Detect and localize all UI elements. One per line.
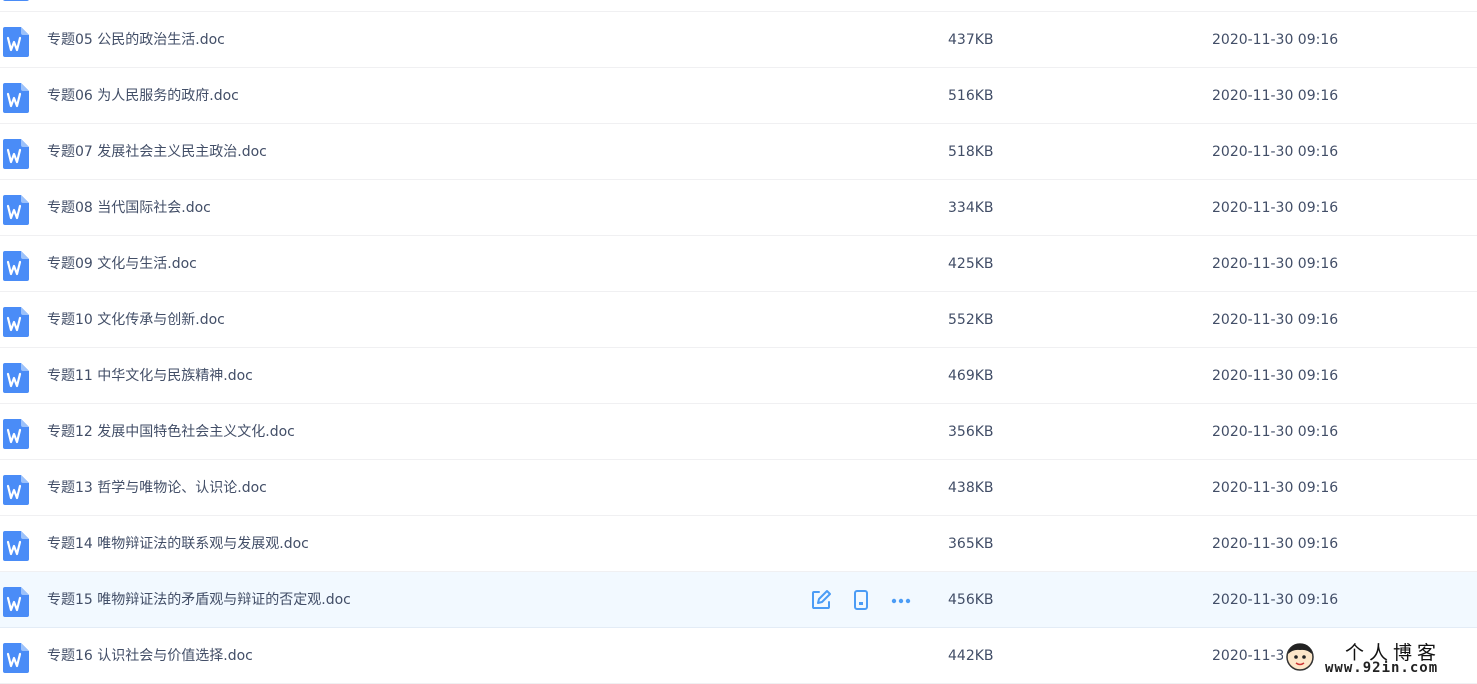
file-row[interactable]: 专题16 认识社会与价值选择.doc 442KB 2020-11-3 [0,628,1477,684]
file-size: 552KB [948,312,994,328]
file-name[interactable]: 专题16 认识社会与价值选择.doc [47,628,253,684]
file-name[interactable]: 专题10 文化传承与创新.doc [47,292,225,348]
file-size: 438KB [948,480,994,496]
file-size: 365KB [948,536,994,552]
file-size: 518KB [948,144,994,160]
more-icon[interactable] [890,589,912,611]
file-row[interactable]: 专题13 哲学与唯物论、认识论.doc 438KB 2020-11-30 09:16 [0,460,1477,516]
file-row[interactable]: 专题08 当代国际社会.doc 334KB 2020-11-30 09:16 [0,180,1477,236]
file-name[interactable]: 专题05 公民的政治生活.doc [47,12,225,68]
file-name[interactable]: 专题15 唯物辩证法的矛盾观与辩证的否定观.doc [47,572,351,628]
file-row[interactable]: 专题07 发展社会主义民主政治.doc 518KB 2020-11-30 09:16 [0,124,1477,180]
file-name[interactable]: 专题06 为人民服务的政府.doc [47,68,239,124]
word-doc-icon[interactable] [3,251,29,281]
file-row[interactable]: 专题09 文化与生活.doc 425KB 2020-11-30 09:16 [0,236,1477,292]
word-doc-icon[interactable] [3,475,29,505]
file-date: 2020-11-30 09:16 [1212,480,1339,496]
file-date: 2020-11-30 09:16 [1212,424,1339,440]
avatar-icon [1286,643,1314,671]
file-size: 456KB [948,592,994,608]
word-doc-icon[interactable] [3,27,29,57]
watermark-url: www.92in.com [1325,660,1439,676]
file-date: 2020-11-30 09:16 [1212,312,1339,328]
file-date: 2020-11-30 09:16 [1212,32,1339,48]
word-doc-icon[interactable] [3,419,29,449]
file-size: 516KB [948,88,994,104]
file-row[interactable]: 专题06 为人民服务的政府.doc 516KB 2020-11-30 09:16 [0,68,1477,124]
word-doc-icon[interactable] [3,531,29,561]
file-date: 2020-11-30 09:16 [1212,200,1339,216]
file-name[interactable]: 专题09 文化与生活.doc [47,236,197,292]
file-name[interactable]: 专题12 发展中国特色社会主义文化.doc [47,404,295,460]
file-list: 专题05 公民的政治生活.doc 437KB 2020-11-30 09:16 专题… [0,0,1477,684]
file-size: 356KB [948,424,994,440]
file-size: 437KB [948,32,994,48]
word-doc-icon[interactable] [3,83,29,113]
file-row[interactable]: 专题10 文化传承与创新.doc 552KB 2020-11-30 09:16 [0,292,1477,348]
file-date: 2020-11-30 09:16 [1212,144,1339,160]
file-name[interactable]: 专题11 中华文化与民族精神.doc [47,348,253,404]
word-doc-icon[interactable] [3,307,29,337]
word-doc-icon[interactable] [3,0,29,1]
file-row[interactable]: 专题12 发展中国特色社会主义文化.doc 356KB 2020-11-30 09:… [0,404,1477,460]
file-row[interactable] [0,0,1477,12]
file-row[interactable]: 专题15 唯物辩证法的矛盾观与辩证的否定观.doc 456KB 2020-11-3… [0,572,1477,628]
file-date: 2020-11-30 09:16 [1212,88,1339,104]
file-name[interactable]: 专题13 哲学与唯物论、认识论.doc [47,460,267,516]
file-name[interactable]: 专题08 当代国际社会.doc [47,180,211,236]
file-name[interactable]: 专题14 唯物辩证法的联系观与发展观.doc [47,516,309,572]
word-doc-icon[interactable] [3,643,29,673]
file-name[interactable]: 专题07 发展社会主义民主政治.doc [47,124,267,180]
word-doc-icon[interactable] [3,139,29,169]
file-size: 469KB [948,368,994,384]
file-row[interactable]: 专题11 中华文化与民族精神.doc 469KB 2020-11-30 09:16 [0,348,1477,404]
file-date: 2020-11-30 09:16 [1212,256,1339,272]
watermark: 个人博客 www.92in.com [1283,636,1477,681]
edit-icon[interactable] [810,589,832,611]
file-size: 334KB [948,200,994,216]
phone-icon[interactable] [850,589,872,611]
file-row[interactable]: 专题05 公民的政治生活.doc 437KB 2020-11-30 09:16 [0,12,1477,68]
file-row[interactable]: 专题14 唯物辩证法的联系观与发展观.doc 365KB 2020-11-30 09… [0,516,1477,572]
file-date: 2020-11-30 09:16 [1212,368,1339,384]
file-size: 425KB [948,256,994,272]
word-doc-icon[interactable] [3,587,29,617]
word-doc-icon[interactable] [3,195,29,225]
file-date: 2020-11-30 09:16 [1212,536,1339,552]
file-date: 2020-11-3 [1212,648,1285,664]
file-size: 442KB [948,648,994,664]
word-doc-icon[interactable] [3,363,29,393]
file-date: 2020-11-30 09:16 [1212,592,1339,608]
